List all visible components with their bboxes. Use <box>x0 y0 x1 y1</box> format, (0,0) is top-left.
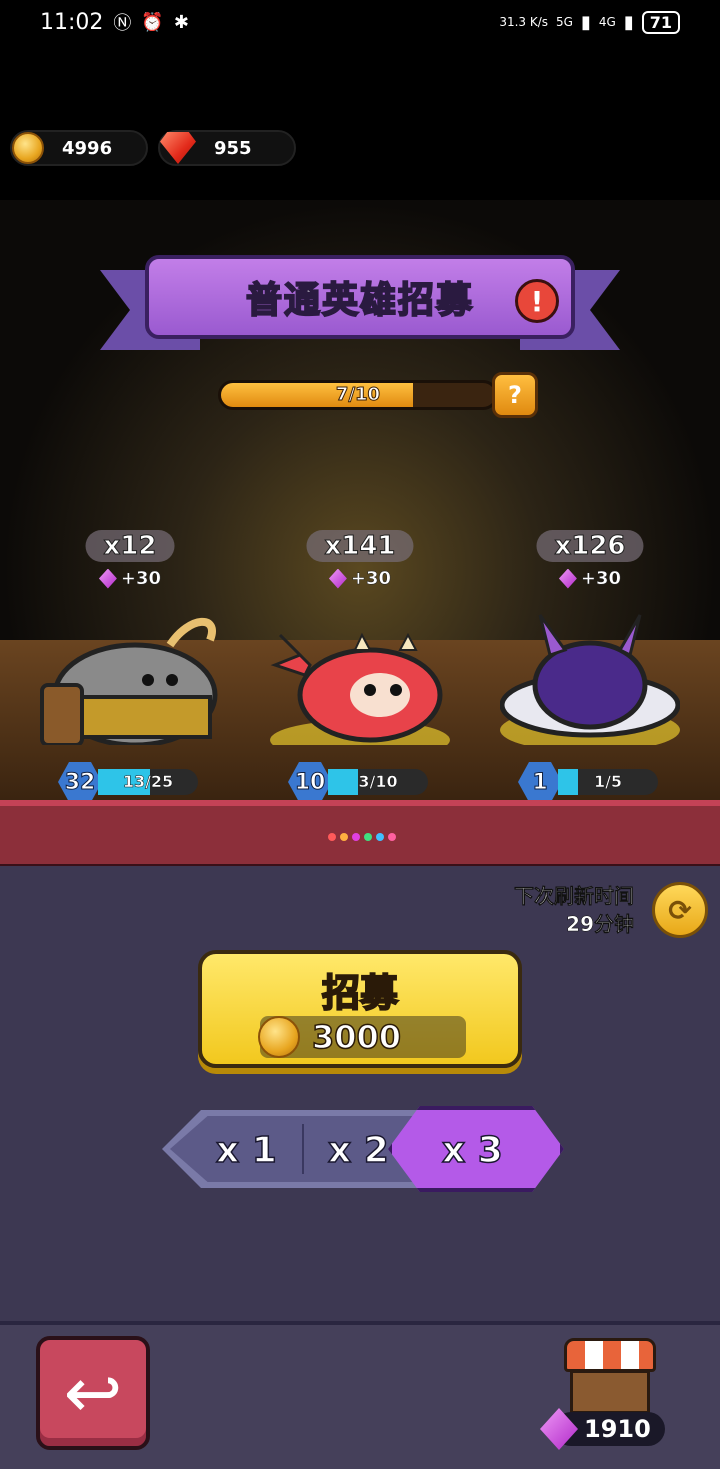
multiplier-x1[interactable]: x 1 <box>215 1126 277 1176</box>
coin-icon <box>12 132 44 164</box>
coin-icon <box>258 1016 300 1058</box>
recruit-button[interactable]: 招募 3000 <box>198 950 522 1068</box>
alarm-icon: ⏰ <box>141 11 164 33</box>
hero-count: x141 <box>306 530 414 562</box>
gem-icon <box>98 568 117 589</box>
back-arrow-icon: ↩ <box>63 1352 123 1434</box>
coin-counter[interactable]: 4996 <box>10 130 148 166</box>
gem-icon <box>558 568 577 589</box>
recruit-banner: 普通英雄招募 ! <box>145 255 575 339</box>
hero-level: 10 3/10 <box>288 762 428 802</box>
multiplier-x3[interactable]: x 3 <box>441 1126 503 1176</box>
ruby-icon <box>160 132 196 164</box>
refresh-icon[interactable]: ⟳ <box>652 882 708 938</box>
hero-bonus: +30 <box>558 568 622 590</box>
hero-count: x12 <box>85 530 175 562</box>
signal-4g: 4G <box>598 15 616 29</box>
page-dot <box>352 833 360 841</box>
signal-5g: 5G <box>556 15 573 29</box>
page-dot <box>328 833 336 841</box>
xp-text: 13/25 <box>122 772 174 792</box>
xp-text: 3/10 <box>358 772 398 792</box>
help-icon[interactable]: ? <box>492 372 538 418</box>
xp-bar: 3/10 <box>328 769 428 795</box>
hero-card-1[interactable]: x12 +30 32 13/25 <box>20 530 240 802</box>
net-speed: 31.3 K/s <box>499 15 549 29</box>
info-alert-icon[interactable]: ! <box>515 279 559 323</box>
level-badge: 1 <box>518 762 562 802</box>
hero-sprite-3 <box>500 614 680 745</box>
hero-sprite-2 <box>270 632 450 745</box>
recruit-label: 招募 <box>321 970 399 1016</box>
level-badge: 32 <box>58 762 102 802</box>
refresh-time: 29分钟 <box>566 912 634 937</box>
progress-text: 7/10 <box>335 384 381 406</box>
refresh-label: 下次刷新时间 <box>514 884 635 909</box>
status-time: 11:02 <box>40 9 104 35</box>
coin-amount: 4996 <box>62 137 113 159</box>
ruby-amount: 955 <box>214 137 252 159</box>
gem-icon <box>328 568 347 589</box>
hero-sprite-1 <box>40 617 218 745</box>
hero-bonus: +30 <box>98 568 162 590</box>
bluetooth-icon: ✱ <box>173 11 189 33</box>
back-button[interactable]: ↩ <box>36 1336 150 1450</box>
multiplier-divider <box>302 1124 304 1174</box>
recruit-cost-value: 3000 <box>311 1017 402 1057</box>
hero-bonus: +30 <box>328 568 392 590</box>
hero-card-2[interactable]: x141 +30 10 3/10 <box>250 530 470 802</box>
shop-awning <box>564 1338 656 1372</box>
xp-text: 1/5 <box>593 772 623 792</box>
page-dot <box>364 833 372 841</box>
page-indicator <box>328 833 396 841</box>
page-dot <box>388 833 396 841</box>
refresh-info: 下次刷新时间 29分钟 <box>514 882 635 938</box>
recruit-progress-bar: 7/10 <box>218 380 498 410</box>
page-dot <box>376 833 384 841</box>
recruit-cost: 3000 <box>258 1016 466 1058</box>
ruby-counter[interactable]: 955 <box>158 130 296 166</box>
level-badge: 10 <box>288 762 332 802</box>
hero-level: 32 13/25 <box>58 762 198 802</box>
shop-button[interactable] <box>564 1338 656 1418</box>
shop-icon <box>570 1370 650 1414</box>
hero-bonus-value: +30 <box>120 568 162 590</box>
banner-title: 普通英雄招募 <box>245 279 474 322</box>
hero-bonus-value: +30 <box>580 568 622 590</box>
signal-icon: ▮ <box>580 11 591 33</box>
status-bar: 11:02 Ⓝ ⏰ ✱ 31.3 K/s 5G ▮ 4G ▮ 71 <box>0 0 720 44</box>
hero-level: 1 1/5 <box>518 762 658 802</box>
signal-icon-2: ▮ <box>623 11 634 33</box>
battery-indicator: 71 <box>641 10 680 34</box>
page-dot <box>340 833 348 841</box>
xp-bar: 13/25 <box>98 769 198 795</box>
hero-count: x126 <box>536 530 644 562</box>
xp-bar: 1/5 <box>558 769 658 795</box>
nfc-icon: Ⓝ <box>113 13 132 34</box>
hero-card-3[interactable]: x126 +30 1 1/5 <box>480 530 700 802</box>
hero-bonus-value: +30 <box>350 568 392 590</box>
multiplier-x2[interactable]: x 2 <box>327 1126 389 1176</box>
